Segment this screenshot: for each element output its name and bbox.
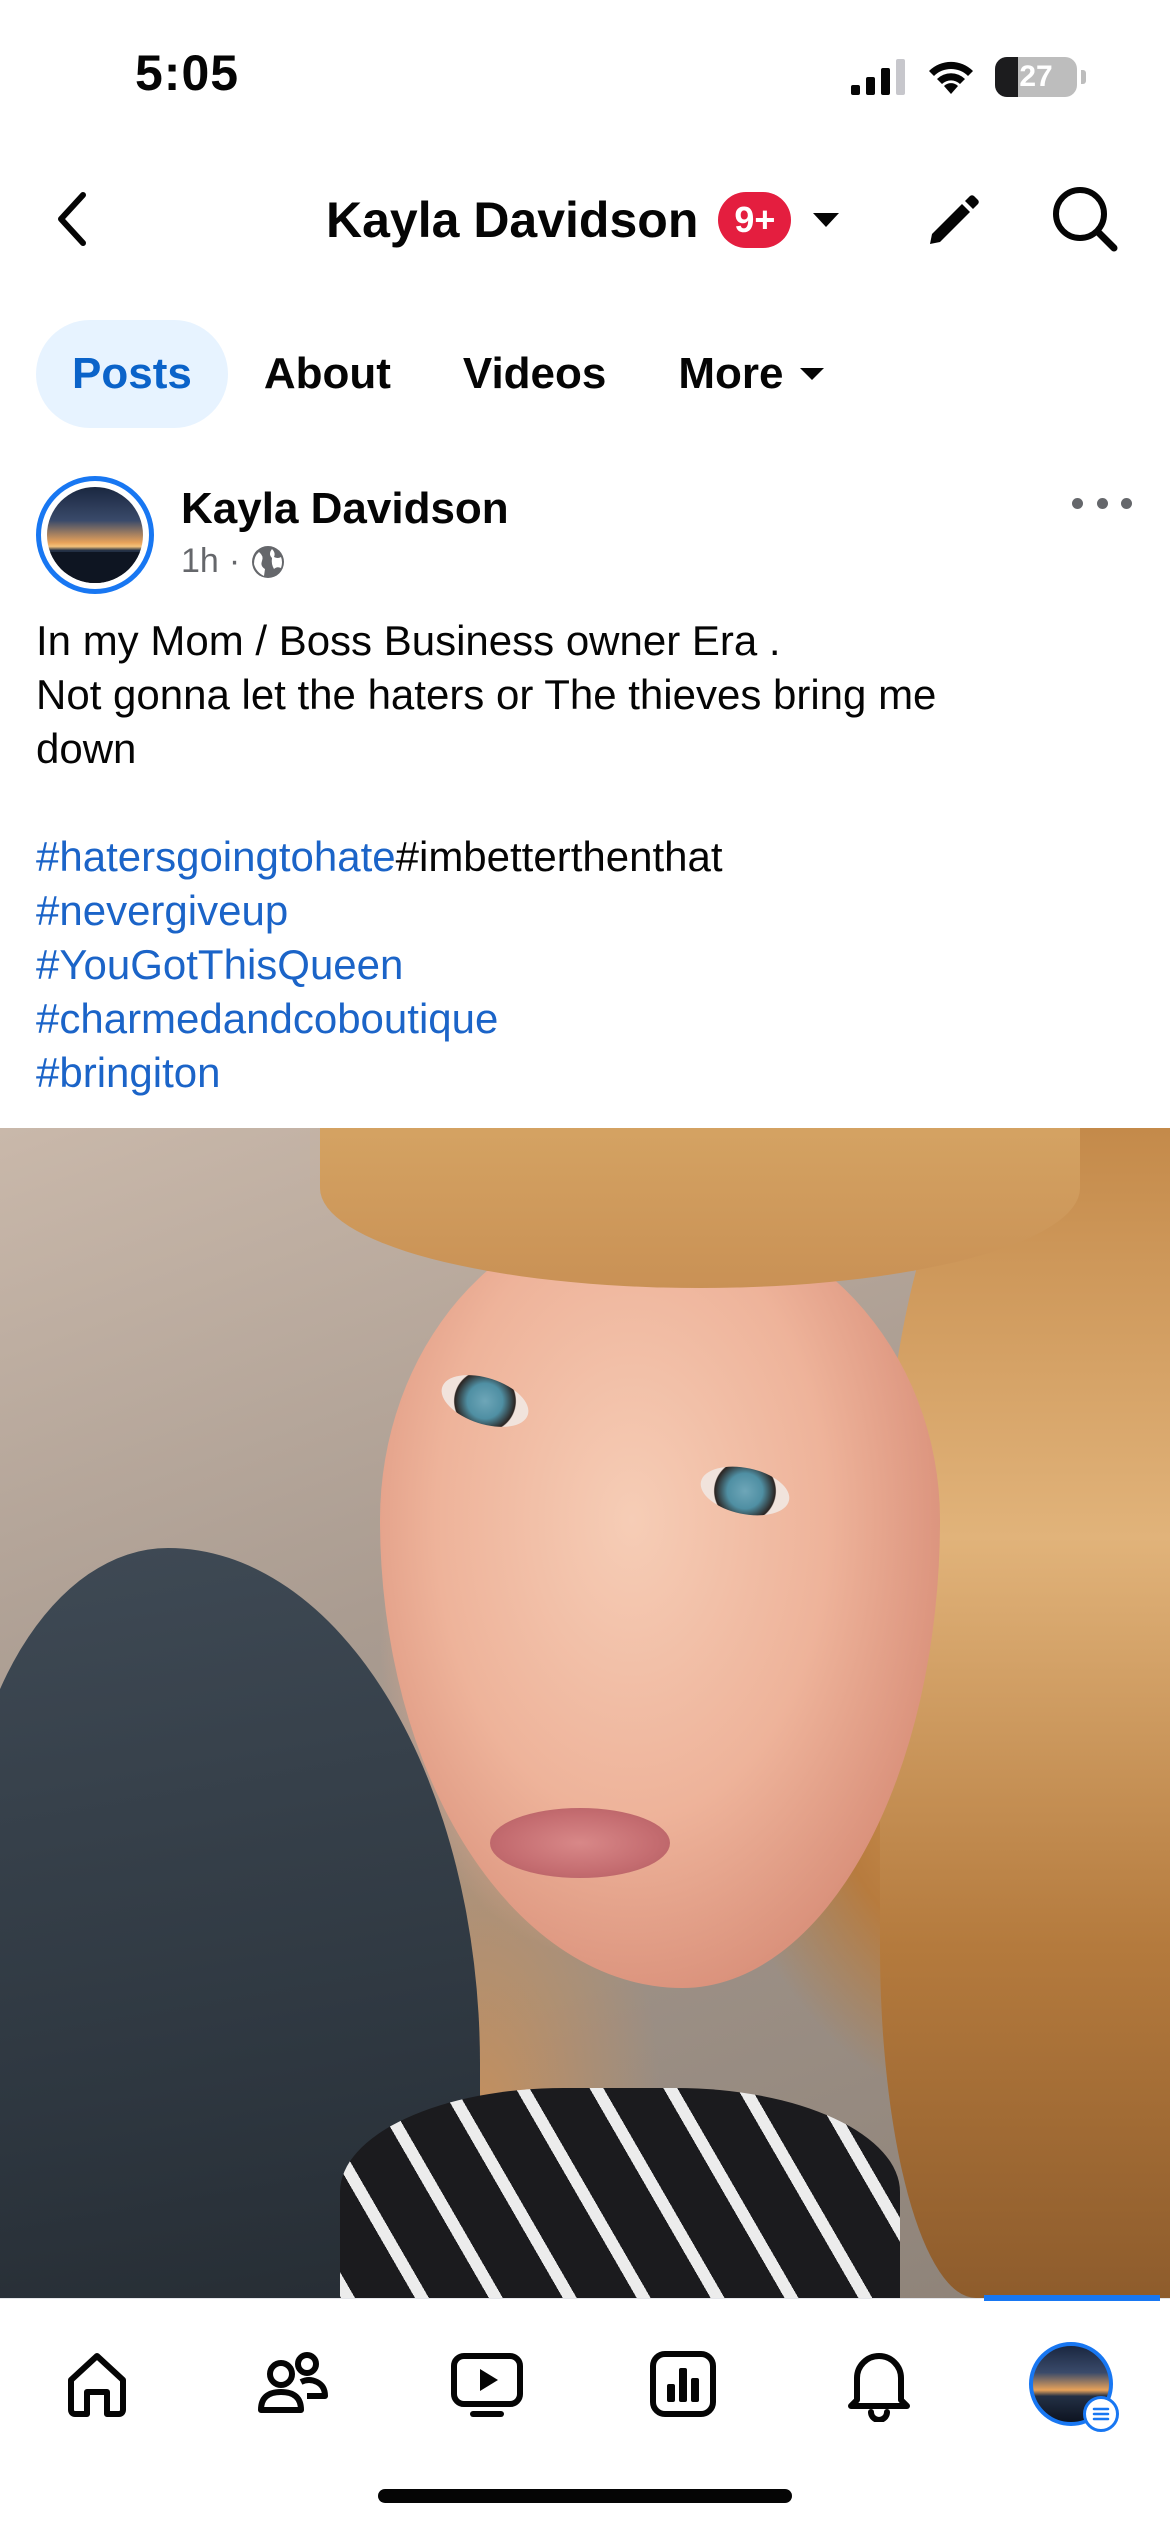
home-indicator (378, 2489, 792, 2503)
cellular-signal-icon (851, 59, 905, 95)
nav-profile-menu[interactable] (1016, 2329, 1126, 2439)
post-text-line: Not gonna let the haters or The thieves … (36, 671, 937, 718)
post-author-avatar[interactable] (36, 476, 154, 594)
menu-icon (1083, 2396, 1119, 2432)
hashtag-link[interactable]: #hatersgoingtohate (36, 833, 396, 880)
tab-more[interactable]: More (642, 320, 861, 428)
post-meta: 1h · (181, 542, 286, 581)
chevron-left-icon (58, 192, 86, 246)
nav-friends[interactable] (238, 2329, 348, 2439)
tab-videos[interactable]: Videos (427, 320, 642, 428)
bell-icon (848, 2353, 910, 2422)
post-photo[interactable] (0, 1128, 1170, 2298)
caret-down-icon (813, 213, 840, 227)
search-button[interactable] (1046, 180, 1124, 258)
post-author-name[interactable]: Kayla Davidson (181, 484, 509, 534)
edit-button[interactable] (918, 184, 990, 256)
dashboard-icon (650, 2351, 716, 2417)
status-icons: 27 (851, 52, 1086, 102)
globe-icon (252, 545, 285, 578)
caret-down-icon (799, 368, 824, 380)
hashtag-link[interactable]: #charmedandcoboutique (36, 992, 1126, 1046)
tab-more-label: More (678, 349, 784, 398)
nav-dashboard[interactable] (628, 2329, 738, 2439)
back-button[interactable] (44, 184, 100, 254)
post-text-line: In my Mom / Boss Business owner Era . (36, 617, 781, 664)
hashtag-link[interactable]: #bringiton (36, 1046, 1126, 1100)
video-icon (451, 2353, 523, 2417)
bottom-nav (0, 2295, 1170, 2449)
profile-menu-icon (1029, 2342, 1119, 2432)
avatar (47, 487, 143, 583)
more-dot (1096, 497, 1108, 509)
post-time[interactable]: 1h (181, 542, 219, 581)
tab-about[interactable]: About (228, 320, 427, 428)
profile-switcher[interactable]: Kayla Davidson 9+ (326, 182, 841, 258)
hashtag-link[interactable]: #YouGotThisQueen (36, 938, 1126, 992)
nav-home[interactable] (42, 2329, 152, 2439)
friends-icon (258, 2352, 328, 2413)
home-icon (68, 2353, 126, 2417)
status-time: 5:05 (135, 45, 240, 101)
header-title: Kayla Davidson (326, 192, 699, 248)
more-dot (1072, 497, 1083, 509)
battery-icon: 27 (995, 57, 1077, 97)
wifi-icon (929, 61, 973, 94)
hashtag-link[interactable]: #nevergiveup (36, 884, 1126, 938)
meta-separator: · (228, 542, 241, 580)
hashtag-plain: #imbetterthenthat (395, 833, 723, 880)
nav-video[interactable] (432, 2329, 542, 2439)
post-text: In my Mom / Boss Business owner Era . No… (36, 614, 1126, 1100)
more-dot (1121, 497, 1132, 509)
tab-posts[interactable]: Posts (36, 320, 228, 428)
nav-notifications[interactable] (824, 2329, 934, 2439)
profile-tabs: Posts About Videos More (36, 320, 862, 428)
active-tab-indicator (984, 2295, 1160, 2301)
hashtag-line: #hatersgoingtohate#imbetterthenthat (36, 830, 1126, 884)
battery-level: 27 (1019, 60, 1053, 93)
search-icon (1053, 187, 1118, 252)
post-text-line: down (36, 725, 137, 772)
notification-badge: 9+ (718, 192, 792, 248)
post-more-button[interactable] (1072, 488, 1132, 518)
pencil-icon (930, 195, 979, 244)
